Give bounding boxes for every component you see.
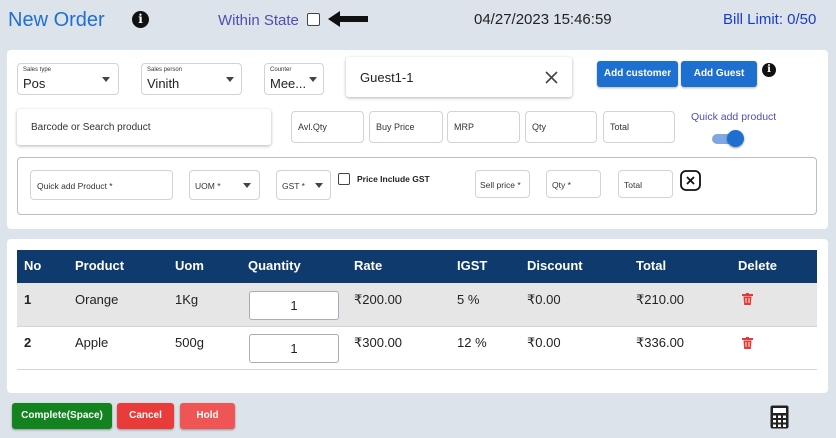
within-state-checkbox[interactable]	[307, 13, 320, 26]
mrp-placeholder: MRP	[454, 122, 474, 132]
counter-label: Counter	[270, 67, 292, 73]
row-total: ₹210.00	[636, 292, 685, 307]
table-header: No Product Uom Quantity Rate IGST Discou…	[17, 250, 817, 283]
chevron-down-icon	[315, 183, 323, 188]
chevron-down-icon	[102, 77, 110, 82]
sales-type-label: Sales type	[23, 67, 52, 73]
column-header-rate: Rate	[354, 258, 383, 273]
column-header-discount: Discount	[527, 258, 583, 273]
chevron-down-icon	[309, 77, 317, 82]
trash-icon[interactable]	[742, 337, 753, 349]
row-no: 1	[24, 292, 32, 307]
row-divider	[17, 369, 817, 370]
buy-price-field: Buy Price	[369, 111, 443, 143]
chevron-down-icon	[226, 77, 234, 82]
counter-select[interactable]: Counter Mee...	[264, 63, 324, 95]
barcode-search-input[interactable]: Barcode or Search product	[17, 109, 271, 145]
sales-type-value: Pos	[23, 76, 46, 91]
info-icon[interactable]: i	[132, 11, 149, 28]
datetime-display: 04/27/2023 15:46:59	[474, 11, 612, 28]
quick-qty-input[interactable]: Qty *	[546, 170, 601, 198]
close-icon[interactable]	[680, 170, 701, 191]
total-placeholder: Total	[610, 122, 630, 132]
mrp-field: MRP	[447, 111, 520, 143]
quick-add-product-input[interactable]: Quick add Product *	[30, 170, 173, 200]
within-state-label: Within State	[218, 12, 299, 29]
row-no: 2	[24, 335, 32, 350]
uom-select[interactable]: UOM *	[189, 170, 260, 200]
row-discount: ₹0.00	[527, 335, 561, 350]
price-include-gst-checkbox[interactable]	[338, 173, 350, 185]
calculator-icon[interactable]	[770, 405, 789, 429]
price-include-gst-label: Price Include GST	[357, 174, 430, 184]
quick-total-field: Total	[618, 170, 673, 198]
gst-placeholder: GST *	[282, 181, 305, 191]
add-guest-button[interactable]: Add Guest	[681, 61, 757, 87]
row-total: ₹336.00	[636, 335, 685, 350]
table-row: 1 Orange 1Kg 1 ₹200.00 5 % ₹0.00 ₹210.00	[17, 283, 817, 326]
column-header-quantity: Quantity	[248, 258, 301, 273]
chevron-down-icon	[243, 183, 251, 188]
row-uom: 1Kg	[175, 292, 199, 307]
bill-limit: Bill Limit: 0/50	[723, 11, 817, 28]
uom-placeholder: UOM *	[195, 181, 221, 191]
buy-price-placeholder: Buy Price	[376, 122, 415, 132]
row-igst: 5 %	[457, 292, 480, 307]
customer-value: Guest1-1	[360, 70, 414, 85]
sales-person-label: Sales person	[147, 67, 183, 73]
counter-value: Mee...	[270, 76, 307, 91]
column-header-no: No	[24, 258, 42, 273]
complete-button[interactable]: Complete(Space)	[12, 403, 112, 429]
avl-qty-field: Avl.Qty	[291, 111, 364, 143]
row-igst: 12 %	[457, 335, 487, 350]
gst-select[interactable]: GST *	[276, 170, 331, 200]
quick-add-toggle-knob[interactable]	[727, 130, 744, 147]
info-icon[interactable]: i	[762, 63, 776, 77]
cancel-button[interactable]: Cancel	[117, 403, 174, 429]
sell-price-input[interactable]: Sell price *	[475, 170, 530, 198]
row-quantity-input[interactable]: 1	[249, 334, 339, 363]
sales-person-select[interactable]: Sales person Vinith	[141, 63, 242, 95]
table-row: 2 Apple 500g 1 ₹300.00 12 % ₹0.00 ₹336.0…	[17, 327, 817, 369]
column-header-total: Total	[636, 258, 667, 273]
row-product: Apple	[75, 335, 109, 350]
sales-person-value: Vinith	[147, 76, 180, 91]
trash-icon[interactable]	[742, 293, 753, 305]
row-rate: ₹300.00	[354, 335, 403, 350]
close-icon[interactable]	[545, 71, 558, 84]
customer-field[interactable]: Guest1-1	[346, 57, 572, 97]
quick-qty-placeholder: Qty *	[552, 180, 571, 190]
quick-total-placeholder: Total	[624, 180, 642, 190]
avl-qty-placeholder: Avl.Qty	[298, 122, 327, 132]
barcode-placeholder: Barcode or Search product	[31, 122, 151, 133]
column-header-igst: IGST	[457, 258, 488, 273]
add-customer-button[interactable]: Add customer	[597, 61, 678, 87]
row-product: Orange	[75, 292, 119, 307]
page-title: New Order	[8, 9, 105, 31]
qty-input[interactable]: Qty	[525, 111, 597, 143]
arrow-left-icon	[328, 11, 368, 27]
column-header-product: Product	[75, 258, 125, 273]
column-header-delete: Delete	[738, 258, 778, 273]
hold-button[interactable]: Hold	[180, 403, 235, 429]
row-uom: 500g	[175, 335, 204, 350]
total-field: Total	[603, 111, 675, 143]
quick-add-product-placeholder: Quick add Product *	[37, 181, 113, 191]
row-discount: ₹0.00	[527, 292, 561, 307]
row-quantity-input[interactable]: 1	[249, 291, 339, 320]
quick-add-product-label: Quick add product	[691, 111, 777, 123]
qty-placeholder: Qty	[532, 122, 547, 132]
row-rate: ₹200.00	[354, 292, 403, 307]
sell-price-placeholder: Sell price *	[480, 180, 521, 190]
sales-type-select[interactable]: Sales type Pos	[17, 63, 119, 95]
column-header-uom: Uom	[175, 258, 204, 273]
